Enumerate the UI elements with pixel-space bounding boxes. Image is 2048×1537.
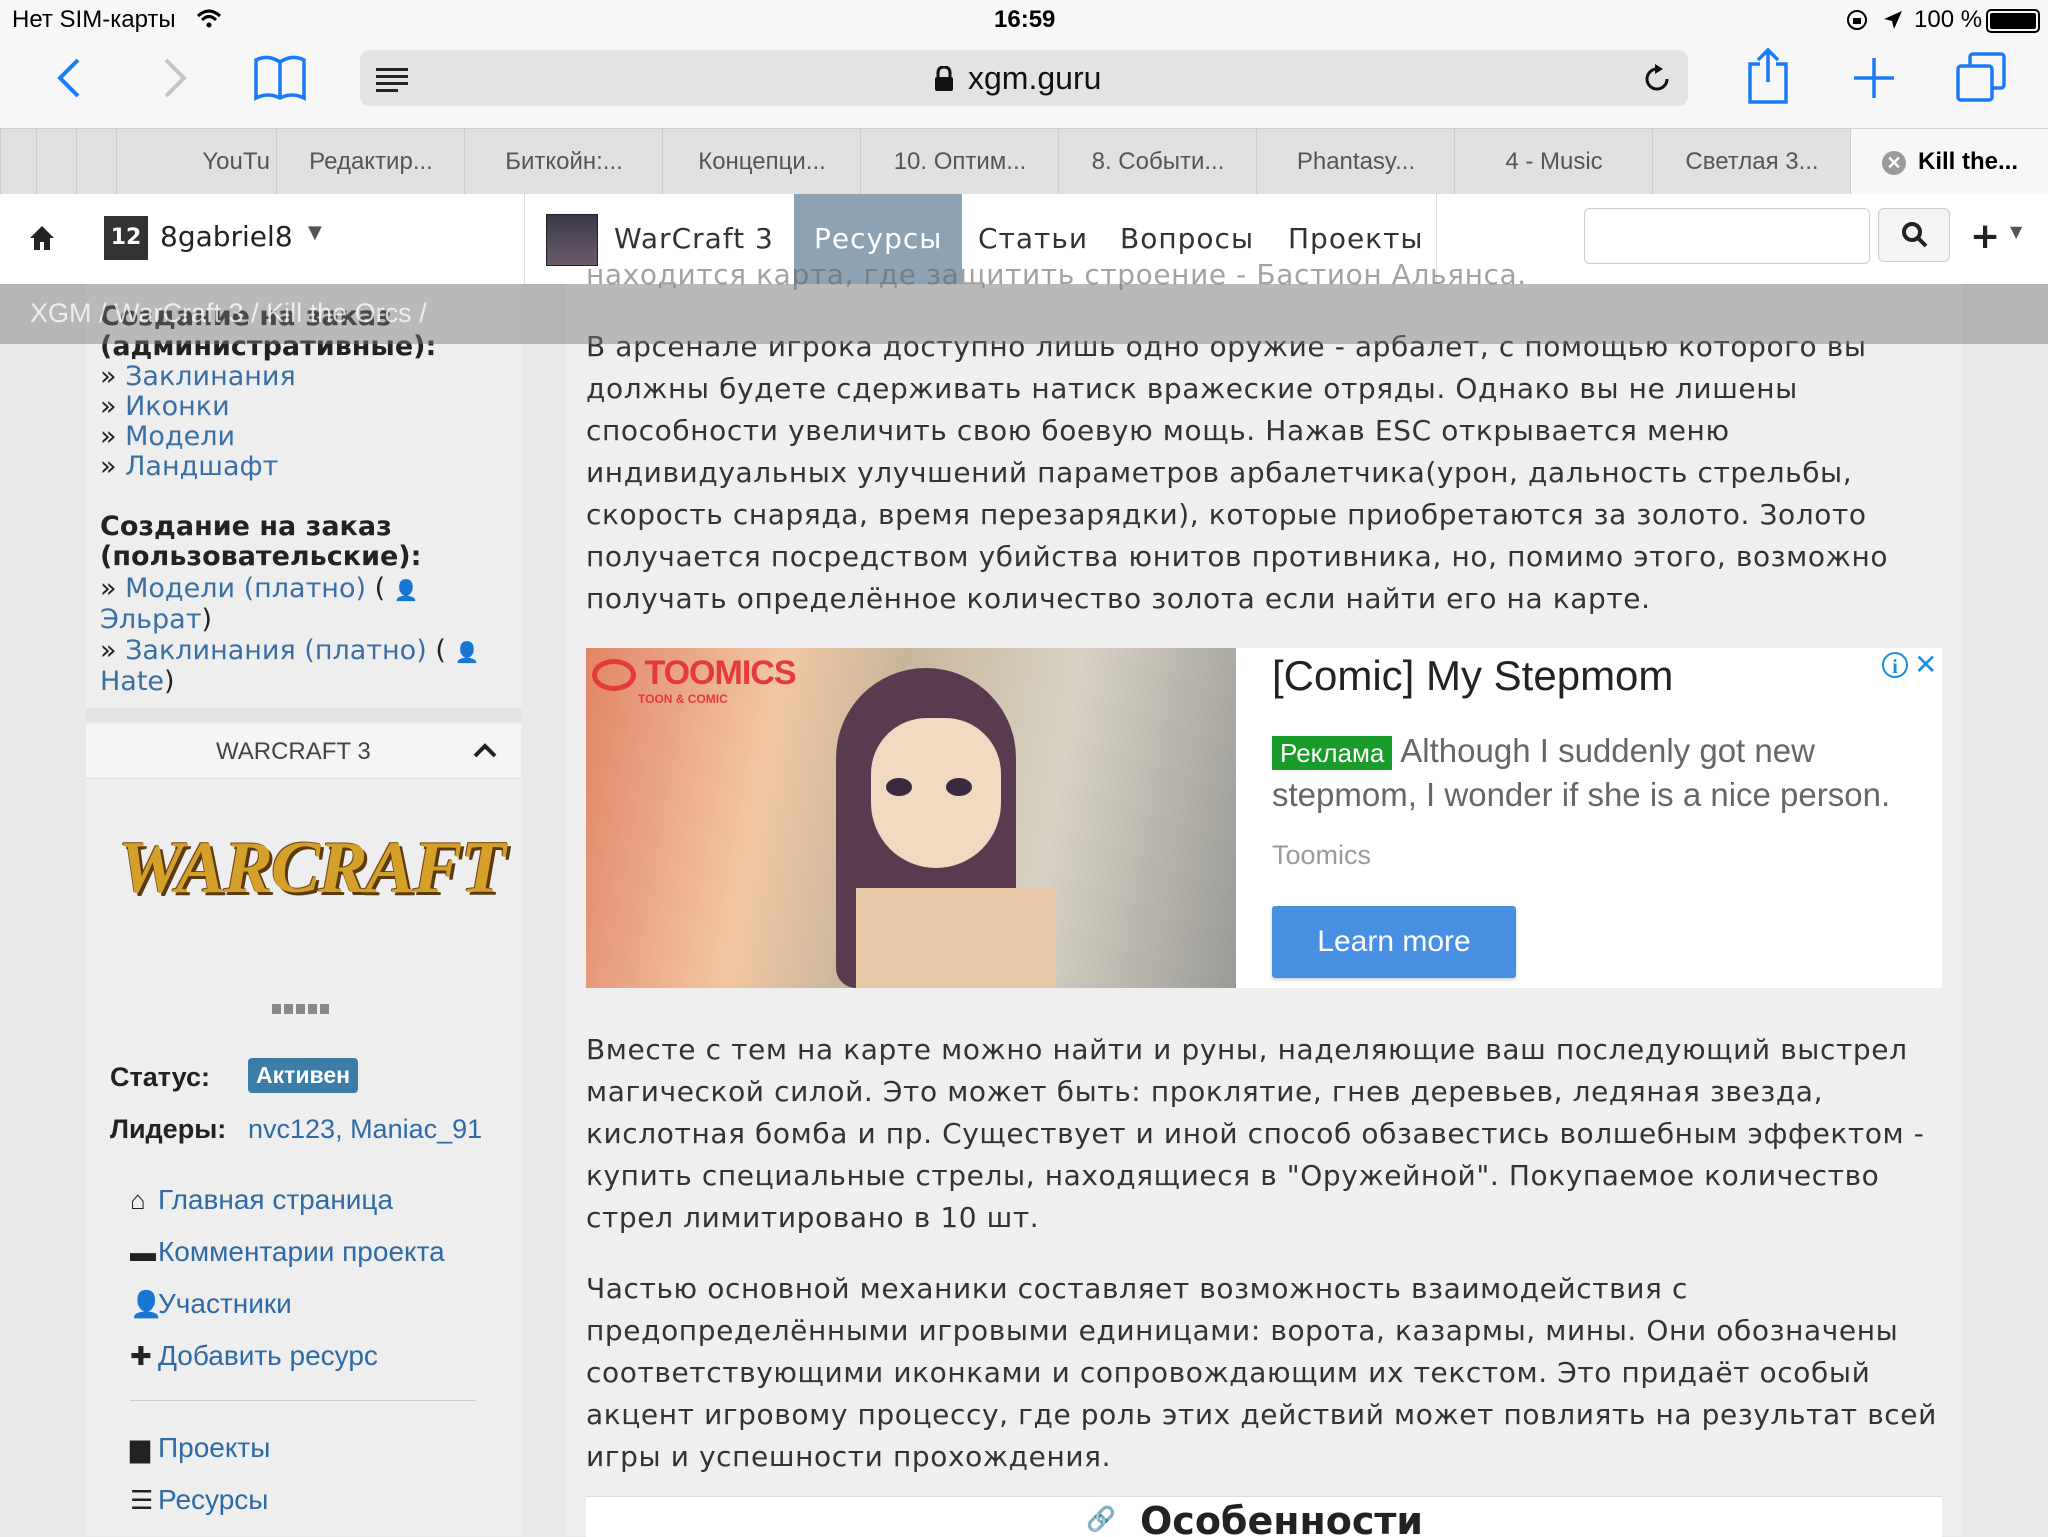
menu-resources[interactable]: ☰ Ресурсы bbox=[130, 1484, 268, 1516]
battery-percent: 100 % bbox=[1914, 6, 1983, 33]
lock-icon bbox=[935, 66, 953, 91]
tab-stacked[interactable] bbox=[36, 129, 77, 195]
folder-icon: ▆ bbox=[130, 1433, 150, 1463]
sidebar-gap bbox=[86, 708, 521, 722]
ad-character-body bbox=[856, 888, 1056, 988]
tab-youtube[interactable]: YouTu bbox=[116, 129, 276, 195]
tab-events[interactable]: 8. Событи... bbox=[1058, 129, 1257, 195]
reload-icon[interactable] bbox=[1642, 64, 1672, 94]
ad-badge: Реклама bbox=[1272, 736, 1393, 770]
sidebar-link-icons[interactable]: » Иконки bbox=[100, 392, 500, 422]
tab-bitcoin[interactable]: Биткойн:... bbox=[464, 129, 663, 195]
forward-icon[interactable] bbox=[160, 56, 190, 100]
menu-comments[interactable]: ▬Комментарии проекта bbox=[130, 1236, 445, 1268]
divider bbox=[130, 1400, 476, 1401]
section-heading: Особенности bbox=[1140, 1499, 1424, 1537]
menu-members[interactable]: 👤Участники bbox=[130, 1288, 292, 1320]
status-bar: Нет SIM-карты 16:59 100 % bbox=[0, 0, 2048, 40]
sidebar-paid-spells[interactable]: » Заклинания (платно) ( 👤 Hate) bbox=[100, 636, 500, 697]
user-icon: 👤 bbox=[454, 640, 480, 664]
user-avatar[interactable]: 12 bbox=[104, 216, 148, 260]
sidebar-link-landscape[interactable]: » Ландшафт bbox=[100, 452, 500, 482]
status-badge: Активен bbox=[248, 1058, 359, 1093]
menu-add-resource[interactable]: ✚ Добавить ресурс bbox=[130, 1340, 378, 1372]
ad-banner[interactable]: TOOMICS TOON & COMIC [Comic] My Stepmom … bbox=[586, 648, 1942, 988]
leaders-value[interactable]: nvc123, Maniac_91 bbox=[248, 1114, 482, 1145]
ad-brand-sub: TOON & COMIC bbox=[638, 692, 728, 706]
reader-icon[interactable] bbox=[376, 66, 408, 92]
warcraft-logo: WARCRAFT bbox=[118, 827, 506, 909]
tab-active-label: Kill the... bbox=[1917, 148, 2018, 175]
tab-phantasy[interactable]: Phantasy... bbox=[1256, 129, 1455, 195]
carrier-label: Нет SIM-карты bbox=[12, 6, 176, 33]
sidebar-link-spells[interactable]: » Заклинания bbox=[100, 362, 500, 392]
address-bar[interactable]: xgm.guru bbox=[360, 50, 1688, 106]
divider bbox=[524, 194, 525, 284]
breadcrumb: XGM / WarCraft 3 / Kill the Orcs / bbox=[0, 284, 2048, 344]
ad-advertiser: Toomics bbox=[1272, 840, 1372, 870]
battery-icon bbox=[1986, 9, 2040, 33]
tab-light[interactable]: Светлая 3... bbox=[1652, 129, 1851, 195]
list-icon: ☰ bbox=[130, 1485, 154, 1515]
close-tab-icon[interactable]: ✕ bbox=[1881, 150, 1906, 175]
order-user-title: Создание на заказ (пользовательские): bbox=[100, 511, 422, 572]
tab-bar: YouTu Редактир... Биткойн:... Концепци..… bbox=[0, 128, 2048, 196]
share-icon[interactable] bbox=[1744, 46, 1792, 106]
rotation-lock-icon bbox=[1847, 10, 1867, 30]
ad-character-eye bbox=[946, 778, 972, 796]
username[interactable]: 8gabriel8 bbox=[160, 220, 293, 253]
menu-home[interactable]: ⌂ Главная страница bbox=[130, 1184, 393, 1216]
section-box: 🔗 Особенности bbox=[586, 1496, 1942, 1537]
location-icon bbox=[1884, 11, 1902, 29]
ad-description: Реклама Although I suddenly got new stepm… bbox=[1272, 730, 1932, 815]
ad-title[interactable]: [Comic] My Stepmom bbox=[1272, 652, 1673, 700]
tab-active[interactable]: ✕ Kill the... bbox=[1850, 129, 2048, 195]
plus-icon: ✚ bbox=[130, 1341, 152, 1371]
comment-icon: ▬ bbox=[130, 1237, 156, 1267]
tab-edit[interactable]: Редактир... bbox=[276, 129, 465, 195]
chevron-up-icon[interactable] bbox=[472, 740, 498, 760]
ad-cta-button[interactable]: Learn more bbox=[1272, 906, 1516, 978]
ad-close-icon[interactable]: ✕ bbox=[1914, 648, 1937, 681]
tab-optim[interactable]: 10. Оптим... bbox=[860, 129, 1059, 195]
tab-music[interactable]: 4 - Music bbox=[1454, 129, 1653, 195]
add-icon[interactable]: + bbox=[1970, 216, 2000, 257]
panel-title: WARCRAFT 3 bbox=[216, 738, 371, 765]
paragraph-2: Вместе с тем на карте можно найти и руны… bbox=[586, 1033, 1925, 1234]
paragraph-3: Частью основной механики составляет возм… bbox=[586, 1272, 1937, 1473]
user-icon: 👤 bbox=[130, 1289, 163, 1319]
leaders-label: Лидеры: bbox=[110, 1114, 227, 1144]
sidebar-link-models[interactable]: » Модели bbox=[100, 422, 500, 452]
new-tab-icon[interactable] bbox=[1852, 56, 1896, 100]
tab-stacked[interactable] bbox=[76, 129, 117, 195]
user-dropdown-icon[interactable]: ▼ bbox=[308, 222, 322, 243]
tab-concept[interactable]: Концепци... bbox=[662, 129, 861, 195]
breadcrumb-item[interactable]: XGM / WarCraft 3 / Kill the Orcs / bbox=[30, 298, 427, 329]
ad-image[interactable]: TOOMICS TOON & COMIC bbox=[586, 648, 1236, 988]
sidebar-paid-models[interactable]: » Модели (платно) ( 👤 Эльрат) bbox=[100, 574, 500, 635]
clock: 16:59 bbox=[994, 6, 1056, 33]
rating-dots bbox=[272, 1004, 332, 1014]
panel-header[interactable]: WARCRAFT 3 bbox=[86, 724, 521, 779]
wifi-icon bbox=[196, 9, 222, 28]
menu-projects[interactable]: ▆ Проекты bbox=[130, 1432, 270, 1464]
add-dropdown-icon[interactable]: ▼ bbox=[2010, 222, 2022, 241]
link-icon: 🔗 bbox=[1086, 1505, 1116, 1533]
home-icon[interactable] bbox=[28, 224, 56, 252]
tabs-icon[interactable] bbox=[1956, 52, 2008, 102]
bookmarks-icon[interactable] bbox=[252, 54, 308, 102]
ad-brand-logo: TOOMICS bbox=[586, 654, 797, 693]
tab-stacked[interactable] bbox=[0, 129, 37, 195]
user-icon: 👤 bbox=[393, 578, 419, 602]
ad-info-icon[interactable]: i bbox=[1882, 652, 1908, 678]
search-icon bbox=[1902, 222, 1928, 248]
url-text: xgm.guru bbox=[968, 60, 1102, 96]
paragraph-1: В арсенале игрока доступно лишь одно ору… bbox=[586, 330, 1889, 615]
back-icon[interactable] bbox=[54, 56, 84, 100]
ad-character-eye bbox=[886, 778, 912, 796]
status-label: Статус: bbox=[110, 1062, 210, 1092]
home-icon: ⌂ bbox=[130, 1185, 146, 1215]
